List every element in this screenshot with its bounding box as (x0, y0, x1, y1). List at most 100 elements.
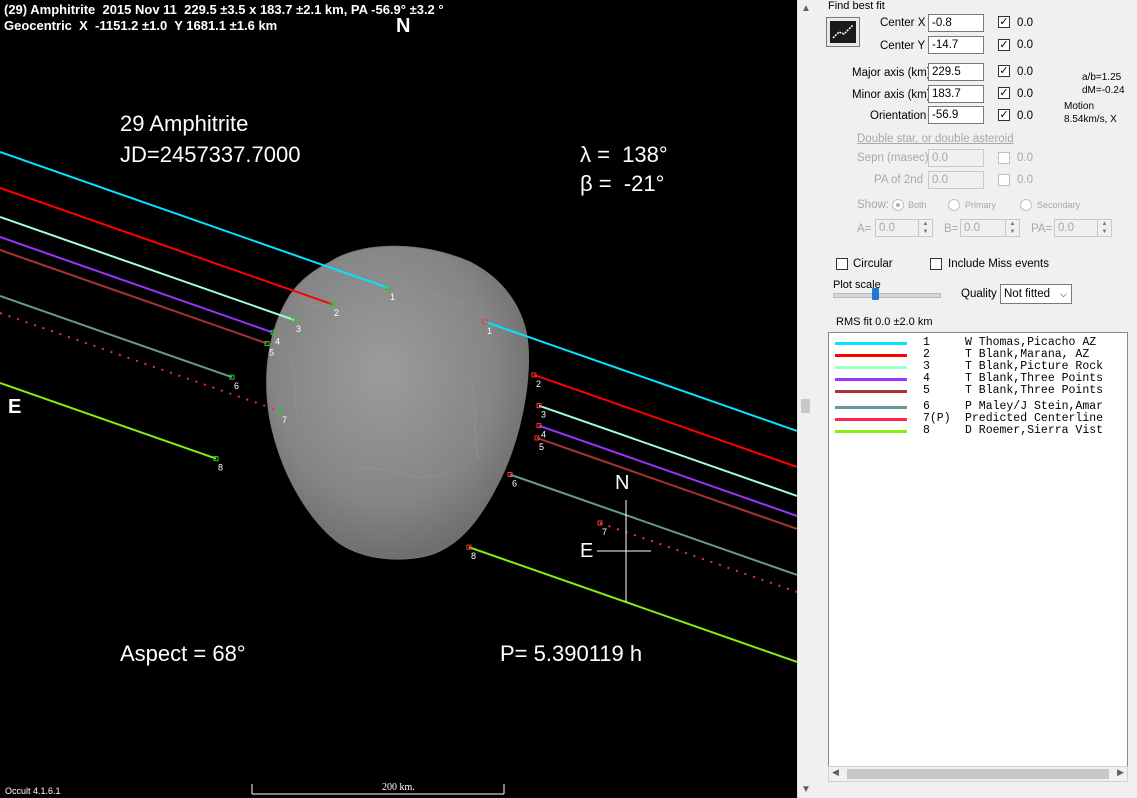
legend-swatch (835, 430, 907, 433)
show-secondary-radio[interactable] (1020, 199, 1032, 211)
plot-scale-thumb[interactable] (872, 288, 879, 300)
major-axis-input[interactable]: 229.5 (928, 63, 984, 81)
chevron-down-icon: ⌵ (1060, 289, 1067, 299)
sepn-checkbox[interactable] (998, 152, 1010, 164)
chord-1-before (0, 151, 389, 289)
asteroid-shape (266, 245, 529, 560)
a-spinner[interactable]: ▲ ▼ (918, 220, 932, 236)
pa2-input[interactable]: 0.0 (928, 171, 984, 189)
b-spinner[interactable]: ▲ ▼ (1005, 220, 1019, 236)
find-best-fit-label: Find best fit (828, 0, 885, 12)
chord-8-before (0, 382, 217, 460)
legend-swatch (835, 390, 907, 393)
legend-hscrollbar[interactable]: ◀ ▶ (828, 766, 1128, 782)
legend-number: 8 (923, 424, 930, 437)
chord-1-label: 1 (487, 326, 492, 336)
chord-8-label: 8 (471, 551, 476, 561)
sepn-input[interactable]: 0.0 (928, 149, 984, 167)
rms-fit-label: RMS fit 0.0 ±2.0 km (836, 316, 933, 328)
plot-scrollbar[interactable]: ▲ ▼ (797, 0, 815, 798)
center-x-input[interactable]: -0.8 (928, 14, 984, 32)
a-input[interactable]: 0.0 ▲ ▼ (875, 219, 933, 237)
occultation-plot[interactable]: 1122334455667788 (29) Amphitrite 2015 No… (0, 0, 797, 798)
chord-5-label: 5 (269, 347, 274, 357)
chord-7-before (0, 312, 281, 412)
b-input[interactable]: 0.0 ▲ ▼ (960, 219, 1020, 237)
delta-magnitude: dM=-0.24 (1082, 85, 1125, 96)
chord-7-label: 7 (602, 527, 607, 537)
chord-7-label: 7 (282, 415, 287, 425)
chord-6-after (509, 473, 797, 576)
legend-scroll-thumb[interactable] (847, 769, 1109, 779)
double-star-link[interactable]: Double star, or double asteroid (857, 133, 1014, 145)
scrollbar-thumb[interactable] (801, 399, 810, 413)
legend-swatch (835, 406, 907, 409)
legend-swatch (835, 378, 907, 381)
scroll-left-icon[interactable]: ◀ (832, 767, 839, 778)
asteroid-name: 29 Amphitrite (120, 111, 249, 136)
center-x-checkbox[interactable]: ✓ (998, 16, 1010, 28)
circular-checkbox[interactable] (836, 258, 848, 270)
chord-5-after (536, 437, 797, 530)
chord-4-label: 4 (275, 337, 280, 347)
period-value: P= 5.390119 h (500, 641, 643, 666)
pa-spinner[interactable]: ▲ ▼ (1097, 220, 1111, 236)
plot-title-line2: Geocentric X -1151.2 ±1.0 Y 1681.1 ±1.6 … (4, 18, 278, 33)
scroll-right-icon[interactable]: ▶ (1117, 767, 1124, 778)
center-y-label: Center Y (880, 40, 926, 52)
fit-chart-icon (830, 21, 856, 43)
chord-4-after (538, 424, 797, 517)
legend-swatch (835, 354, 907, 357)
chord-2-label: 2 (536, 379, 541, 389)
observer-legend[interactable]: 1W Thomas,Picacho AZ 2 T Blank,Marana, AZ 3… (828, 332, 1128, 782)
legend-observer: T Blank,Three Points (965, 384, 1104, 397)
version-label: Occult 4.1.6.1 (5, 786, 61, 796)
julian-date: JD=2457337.7000 (120, 142, 301, 167)
lambda-value: λ = 138° (580, 142, 668, 167)
chord-6-before (0, 295, 233, 379)
minor-axis-input[interactable]: 183.7 (928, 85, 984, 103)
chord-7-after (599, 522, 797, 593)
plot-scale-track[interactable] (833, 293, 941, 298)
pa-input[interactable]: 0.0 ▲ ▼ (1054, 219, 1112, 237)
motion-value: 8.54km/s, X (1064, 114, 1117, 125)
major-axis-label: Major axis (km) (852, 67, 931, 79)
chord-2-before (0, 187, 333, 306)
major-axis-checkbox[interactable]: ✓ (998, 65, 1010, 77)
chord-3-label: 3 (541, 410, 546, 420)
pa-label: PA= (1031, 223, 1053, 235)
center-y-checkbox[interactable]: ✓ (998, 39, 1010, 51)
legend-swatch (835, 342, 907, 345)
legend-number: 5 (923, 384, 930, 397)
include-miss-label: Include Miss events (948, 258, 1049, 270)
orientation-unc: 0.0 (1017, 110, 1033, 122)
chord-1-label: 1 (390, 292, 395, 302)
include-miss-checkbox[interactable] (930, 258, 942, 270)
b-label: B= (944, 223, 959, 235)
center-x-unc: 0.0 (1017, 17, 1033, 29)
show-both-radio[interactable] (892, 199, 904, 211)
quality-select[interactable]: Not fitted ⌵ (1000, 284, 1072, 304)
minor-axis-unc: 0.0 (1017, 88, 1033, 100)
quality-value: Not fitted (1004, 288, 1051, 300)
pa2-checkbox[interactable] (998, 174, 1010, 186)
show-label: Show: (857, 199, 889, 211)
legend-swatch (835, 418, 907, 421)
show-both-label: Both (908, 200, 927, 210)
chord-6-label: 6 (512, 479, 517, 489)
beta-value: β = -21° (580, 171, 665, 196)
orientation-input[interactable]: -56.9 (928, 106, 984, 124)
find-best-fit-button[interactable] (826, 17, 860, 47)
pa2-unc: 0.0 (1017, 174, 1033, 186)
orientation-label: Orientation (870, 110, 927, 122)
center-y-input[interactable]: -14.7 (928, 36, 984, 54)
chord-2-label: 2 (334, 308, 339, 318)
orientation-checkbox[interactable]: ✓ (998, 109, 1010, 121)
chord-4-before (0, 236, 274, 334)
fit-panel: Find best fit Center X -0.8 ✓ 0.0 Center… (814, 0, 1137, 798)
scroll-up-icon[interactable]: ▲ (801, 3, 811, 14)
minor-axis-checkbox[interactable]: ✓ (998, 87, 1010, 99)
scroll-down-icon[interactable]: ▼ (801, 784, 811, 795)
north-label: N (396, 15, 411, 37)
show-primary-radio[interactable] (948, 199, 960, 211)
